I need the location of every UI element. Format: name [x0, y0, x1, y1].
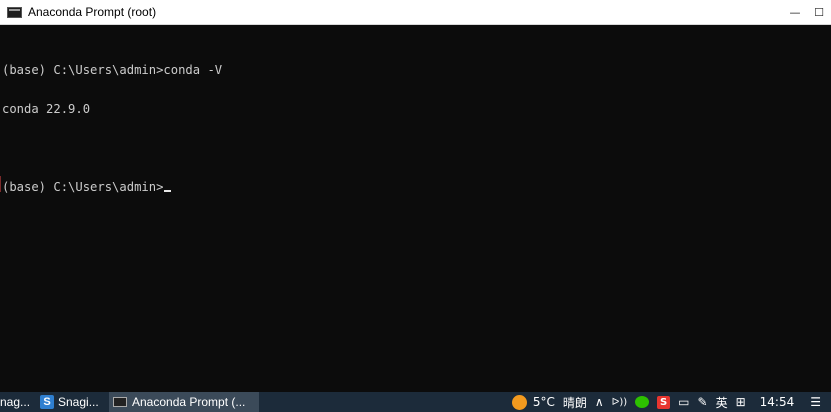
speaker-icon: ᐅ)) — [611, 396, 628, 408]
input-language-button[interactable]: 英 — [712, 392, 732, 412]
sun-icon — [511, 394, 527, 410]
terminal-app-icon — [7, 6, 22, 18]
window-controls: — ☐ — [783, 0, 831, 24]
weather-desc: 晴朗 — [562, 395, 587, 410]
console-prompt: (base) C:\Users\admin> — [2, 180, 164, 194]
sogou-tray-button[interactable]: S — [653, 392, 674, 412]
taskbar-item-label: Snagi... — [58, 395, 99, 409]
monitor-icon: ▭ — [678, 395, 690, 409]
display-tray-button[interactable]: ▭ — [674, 392, 693, 412]
pen-tray-button[interactable]: ✎ — [694, 392, 712, 412]
title-bar[interactable]: Anaconda Prompt (root) — ☐ — [0, 0, 831, 25]
volume-button[interactable]: ᐅ)) — [608, 392, 632, 412]
keyboard-button[interactable]: ⊞ — [732, 392, 750, 412]
chevron-up-icon: ∧ — [594, 395, 604, 409]
text-cursor — [164, 190, 172, 192]
sogou-icon: S — [657, 395, 671, 409]
notification-icon: ☰ — [810, 395, 821, 409]
taskbar-item-anaconda-prompt[interactable]: Anaconda Prompt (... — [109, 392, 259, 412]
show-hidden-icons-button[interactable]: ∧ — [591, 392, 608, 412]
notification-button[interactable]: ☰ — [804, 392, 831, 412]
keyboard-icon: ⊞ — [735, 395, 746, 409]
taskbar-item-label: Anaconda Prompt (... — [132, 395, 246, 409]
wechat-tray-button[interactable] — [631, 392, 653, 412]
input-language-label: 英 — [715, 395, 728, 410]
terminal-window: Anaconda Prompt (root) — ☐ (base) C:\Use… — [0, 0, 831, 392]
wechat-icon — [635, 396, 650, 408]
window-edge-mark — [0, 176, 1, 192]
weather-widget[interactable]: 5°C 晴朗 — [508, 392, 591, 412]
taskbar: nag... S Snagi... Anaconda Prompt (... 5… — [0, 392, 831, 412]
window-title: Anaconda Prompt (root) — [28, 5, 157, 19]
snagit-icon: S — [40, 395, 54, 409]
weather-temp: 5°C — [532, 395, 555, 409]
console-output[interactable]: (base) C:\Users\admin>conda -V conda 22.… — [0, 25, 831, 392]
taskbar-item-label: nag... — [0, 395, 31, 409]
system-tray: 5°C 晴朗 ∧ ᐅ)) S ▭ ✎ 英 ⊞ 14:54 ☰ — [508, 392, 831, 412]
console-line: (base) C:\Users\admin>conda -V — [2, 63, 223, 77]
taskbar-item-partial[interactable]: nag... — [0, 392, 32, 412]
maximize-button[interactable]: ☐ — [807, 0, 831, 24]
clock-button[interactable]: 14:54 — [750, 392, 805, 412]
taskbar-item-snagit[interactable]: S Snagi... — [36, 392, 106, 412]
clock-time: 14:54 — [759, 395, 795, 409]
pen-icon: ✎ — [697, 395, 708, 409]
cmd-icon — [113, 397, 127, 407]
console-line: conda 22.9.0 — [2, 102, 91, 116]
minimize-button[interactable]: — — [783, 0, 807, 24]
console-prompt-line: (base) C:\Users\admin> — [2, 181, 831, 194]
